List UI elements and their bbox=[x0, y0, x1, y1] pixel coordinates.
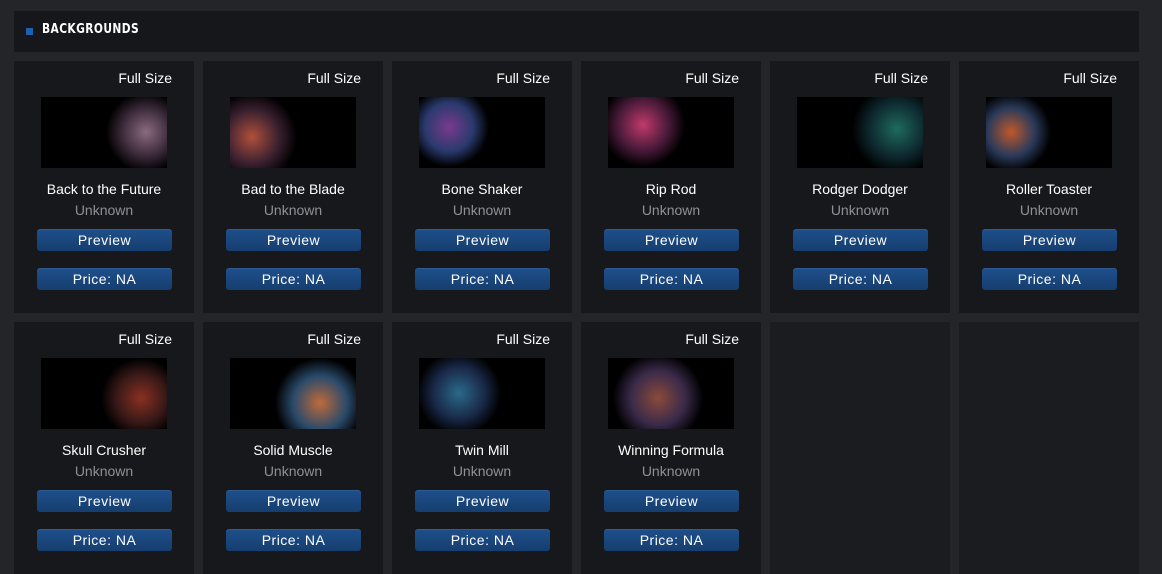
background-name: Twin Mill bbox=[455, 442, 509, 458]
preview-button[interactable]: Preview bbox=[37, 229, 172, 251]
background-card: Full Size Back to the Future Unknown Previe… bbox=[14, 61, 194, 313]
price-button[interactable]: Price: NA bbox=[226, 529, 361, 551]
background-name: Roller Toaster bbox=[1005, 181, 1093, 197]
preview-button[interactable]: Preview bbox=[793, 229, 928, 251]
background-thumbnail[interactable] bbox=[797, 97, 923, 168]
background-name: Back to the Future bbox=[46, 181, 162, 197]
full-size-link[interactable]: Full Size bbox=[307, 331, 361, 347]
background-author: Unknown bbox=[641, 463, 701, 479]
thumbnail-image bbox=[230, 97, 356, 168]
price-button[interactable]: Price: NA bbox=[37, 268, 172, 290]
preview-button[interactable]: Preview bbox=[415, 229, 550, 251]
full-size-link[interactable]: Full Size bbox=[1063, 70, 1117, 86]
background-card: Full Size Skull Crusher Unknown Preview Pric… bbox=[14, 322, 194, 574]
price-button[interactable]: Price: NA bbox=[604, 529, 739, 551]
background-thumbnail[interactable] bbox=[41, 358, 167, 429]
full-size-link[interactable]: Full Size bbox=[118, 331, 172, 347]
background-thumbnail[interactable] bbox=[419, 97, 545, 168]
price-button[interactable]: Price: NA bbox=[37, 529, 172, 551]
background-card: Full Size Twin Mill Unknown Preview Price: N… bbox=[392, 322, 572, 574]
background-thumbnail[interactable] bbox=[230, 358, 356, 429]
background-author: Unknown bbox=[74, 463, 134, 479]
background-name: Bone Shaker bbox=[441, 181, 523, 197]
background-author: Unknown bbox=[830, 202, 890, 218]
background-name: Solid Muscle bbox=[253, 442, 333, 458]
background-card: Full Size Bad to the Blade Unknown Preview P… bbox=[203, 61, 383, 313]
background-name: Rip Rod bbox=[645, 181, 697, 197]
preview-button[interactable]: Preview bbox=[415, 490, 550, 512]
background-name: Skull Crusher bbox=[61, 442, 147, 458]
background-author: Unknown bbox=[74, 202, 134, 218]
preview-button[interactable]: Preview bbox=[604, 490, 739, 512]
background-thumbnail[interactable] bbox=[419, 358, 545, 429]
empty-card-slot bbox=[959, 322, 1139, 574]
section-title: BACKGROUNDS bbox=[42, 22, 140, 37]
preview-button[interactable]: Preview bbox=[982, 229, 1117, 251]
thumbnail-image bbox=[608, 358, 734, 429]
section-header: BACKGROUNDS bbox=[14, 11, 1139, 52]
thumbnail-image bbox=[797, 97, 923, 168]
price-button[interactable]: Price: NA bbox=[415, 529, 550, 551]
background-author: Unknown bbox=[452, 202, 512, 218]
full-size-link[interactable]: Full Size bbox=[496, 331, 550, 347]
background-author: Unknown bbox=[452, 463, 512, 479]
background-thumbnail[interactable] bbox=[608, 97, 734, 168]
full-size-link[interactable]: Full Size bbox=[118, 70, 172, 86]
empty-card-slot bbox=[770, 322, 950, 574]
background-name: Winning Formula bbox=[618, 442, 724, 458]
price-button[interactable]: Price: NA bbox=[604, 268, 739, 290]
price-button[interactable]: Price: NA bbox=[226, 268, 361, 290]
background-card: Full Size Roller Toaster Unknown Preview Pri… bbox=[959, 61, 1139, 313]
thumbnail-image bbox=[41, 358, 167, 429]
preview-button[interactable]: Preview bbox=[604, 229, 739, 251]
background-name: Rodger Dodger bbox=[812, 181, 908, 197]
thumbnail-image bbox=[41, 97, 167, 168]
background-thumbnail[interactable] bbox=[986, 97, 1112, 168]
background-name: Bad to the Blade bbox=[241, 181, 345, 197]
preview-button[interactable]: Preview bbox=[226, 229, 361, 251]
price-button[interactable]: Price: NA bbox=[793, 268, 928, 290]
background-thumbnail[interactable] bbox=[230, 97, 356, 168]
price-button[interactable]: Price: NA bbox=[982, 268, 1117, 290]
full-size-link[interactable]: Full Size bbox=[874, 70, 928, 86]
full-size-link[interactable]: Full Size bbox=[496, 70, 550, 86]
full-size-link[interactable]: Full Size bbox=[685, 331, 739, 347]
background-card: Full Size Bone Shaker Unknown Preview Price:… bbox=[392, 61, 572, 313]
header-square-icon bbox=[26, 28, 33, 35]
full-size-link[interactable]: Full Size bbox=[685, 70, 739, 86]
full-size-link[interactable]: Full Size bbox=[307, 70, 361, 86]
background-author: Unknown bbox=[263, 202, 323, 218]
thumbnail-image bbox=[419, 358, 545, 429]
background-author: Unknown bbox=[1019, 202, 1079, 218]
thumbnail-image bbox=[230, 358, 356, 429]
background-card: Full Size Rodger Dodger Unknown Preview Pric… bbox=[770, 61, 950, 313]
background-thumbnail[interactable] bbox=[41, 97, 167, 168]
background-card: Full Size Winning Formula Unknown Preview Pr… bbox=[581, 322, 761, 574]
price-button[interactable]: Price: NA bbox=[415, 268, 550, 290]
background-card: Full Size Solid Muscle Unknown Preview Price… bbox=[203, 322, 383, 574]
background-thumbnail[interactable] bbox=[608, 358, 734, 429]
thumbnail-image bbox=[419, 97, 545, 168]
preview-button[interactable]: Preview bbox=[37, 490, 172, 512]
thumbnail-image bbox=[986, 97, 1112, 168]
backgrounds-grid: Full Size Back to the Future Unknown Previe… bbox=[14, 61, 1139, 574]
background-author: Unknown bbox=[263, 463, 323, 479]
background-author: Unknown bbox=[641, 202, 701, 218]
thumbnail-image bbox=[608, 97, 734, 168]
preview-button[interactable]: Preview bbox=[226, 490, 361, 512]
background-card: Full Size Rip Rod Unknown Preview Price: NA bbox=[581, 61, 761, 313]
